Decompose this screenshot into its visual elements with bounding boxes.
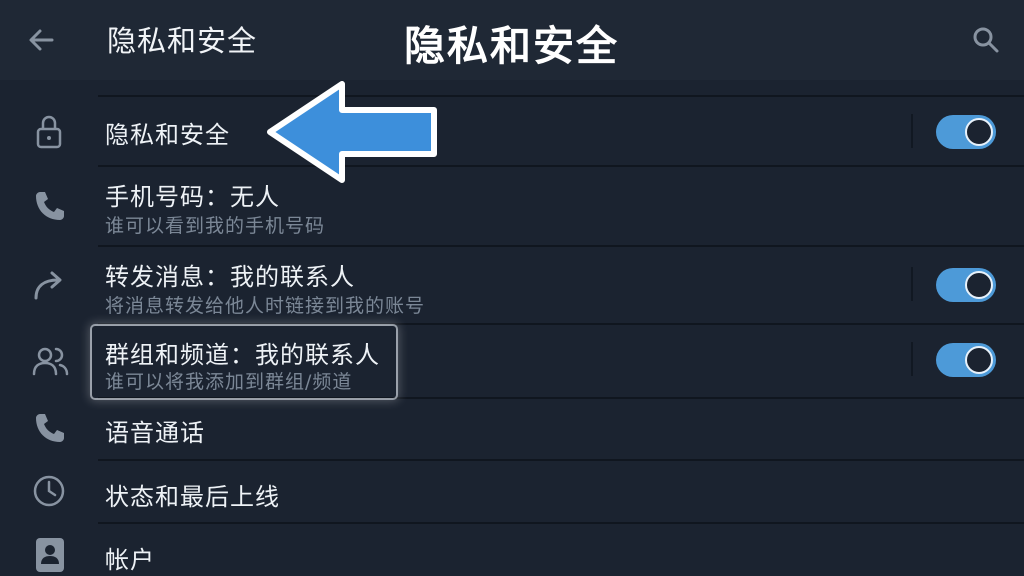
row-account[interactable]: 帐户	[98, 524, 1024, 574]
forward-icon	[28, 264, 72, 308]
back-button[interactable]	[22, 22, 62, 58]
header-title: 隐私和安全	[107, 24, 258, 58]
arrow-left-icon	[267, 81, 437, 183]
row-forward-messages[interactable]: 转发消息：我的联系人 将消息转发给他人时链接到我的账号	[98, 247, 1024, 323]
clock-icon	[28, 469, 72, 513]
row-title: 语音通话	[105, 419, 205, 447]
row-privacy-security[interactable]: 隐私和安全	[98, 97, 1024, 165]
search-button[interactable]	[968, 22, 1004, 58]
lock-icon	[28, 110, 72, 154]
row-title: 帐户	[105, 546, 155, 574]
row-last-seen[interactable]: 状态和最后上线	[98, 461, 1024, 521]
toggle-knob	[965, 118, 993, 146]
row-title: 转发消息：我的联系人	[105, 263, 355, 291]
vertical-separator	[911, 114, 913, 148]
group-icon	[28, 340, 72, 384]
row-subtitle: 谁可以看到我的手机号码	[105, 215, 326, 237]
toggle-switch[interactable]	[936, 115, 996, 149]
vertical-separator	[911, 267, 913, 301]
row-title: 状态和最后上线	[105, 483, 280, 511]
toggle-switch[interactable]	[936, 343, 996, 377]
page-title: 隐私和安全	[404, 22, 619, 70]
header-bar: 隐私和安全 隐私和安全	[0, 0, 1024, 80]
row-title: 隐私和安全	[105, 121, 230, 149]
vertical-separator	[911, 342, 913, 376]
search-icon	[973, 27, 999, 53]
pointer-arrow	[262, 80, 442, 184]
toggle-knob	[965, 271, 993, 299]
account-icon	[28, 532, 72, 576]
highlight-box	[92, 326, 396, 398]
row-voice-calls[interactable]: 语音通话	[98, 399, 1024, 459]
phone-icon	[28, 184, 72, 228]
row-title: 手机号码：无人	[105, 183, 280, 211]
row-subtitle: 将消息转发给他人时链接到我的账号	[105, 295, 426, 317]
arrow-left-icon	[29, 29, 54, 51]
phone-icon	[28, 406, 72, 450]
row-phone-number[interactable]: 手机号码：无人 谁可以看到我的手机号码	[98, 167, 1024, 245]
toggle-knob	[965, 346, 993, 374]
toggle-switch[interactable]	[936, 268, 996, 302]
